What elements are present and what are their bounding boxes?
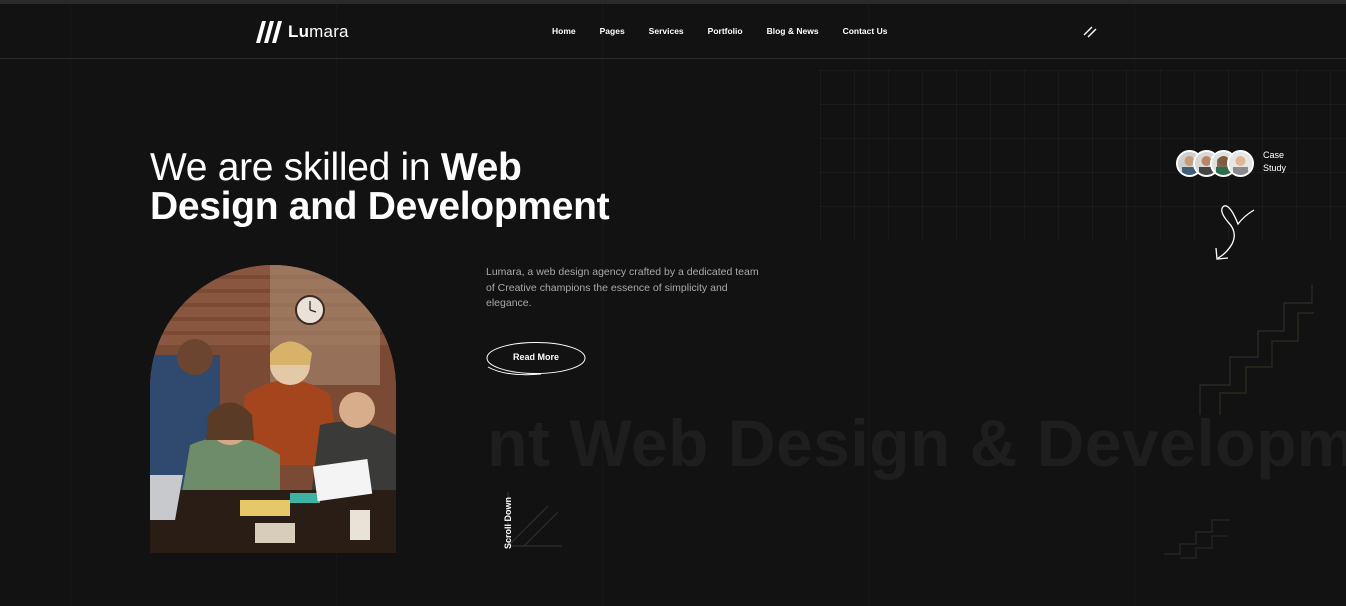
avatar	[1227, 150, 1254, 177]
avatar-group	[1176, 150, 1256, 178]
case-study-link[interactable]: Case Study	[1263, 149, 1303, 175]
grid-line	[70, 4, 71, 606]
site-header: Lumara Home Pages Services Portfolio Blo…	[0, 4, 1346, 59]
nav-home[interactable]: Home	[552, 26, 576, 36]
nav-pages[interactable]: Pages	[600, 26, 625, 36]
brand-name: Lumara	[288, 22, 349, 41]
nav-portfolio[interactable]: Portfolio	[708, 26, 743, 36]
stairs-decoration	[1199, 285, 1314, 415]
nav-services[interactable]: Services	[649, 26, 684, 36]
stairs-decoration	[1164, 519, 1230, 559]
marquee-banner: ent Web Design & Development	[486, 405, 1346, 485]
nav-blog-news[interactable]: Blog & News	[767, 26, 819, 36]
nav-contact-us[interactable]: Contact Us	[843, 26, 888, 36]
marquee-text: ent Web Design & Development	[486, 406, 1346, 480]
main-nav: Home Pages Services Portfolio Blog & New…	[552, 26, 887, 36]
scroll-down-link[interactable]: Scroll Down	[503, 493, 513, 553]
team-photo	[150, 265, 396, 553]
hero-description: Lumara, a web design agency crafted by a…	[486, 266, 759, 309]
brand-logo[interactable]: Lumara	[256, 20, 349, 44]
hero-headline: We are skilled in Web Design and Develop…	[150, 146, 610, 228]
menu-toggle-icon[interactable]	[1082, 24, 1098, 40]
curly-arrow-icon	[1215, 205, 1255, 260]
read-more-button[interactable]: Read More	[486, 341, 586, 376]
logo-slashes-icon	[256, 21, 282, 43]
